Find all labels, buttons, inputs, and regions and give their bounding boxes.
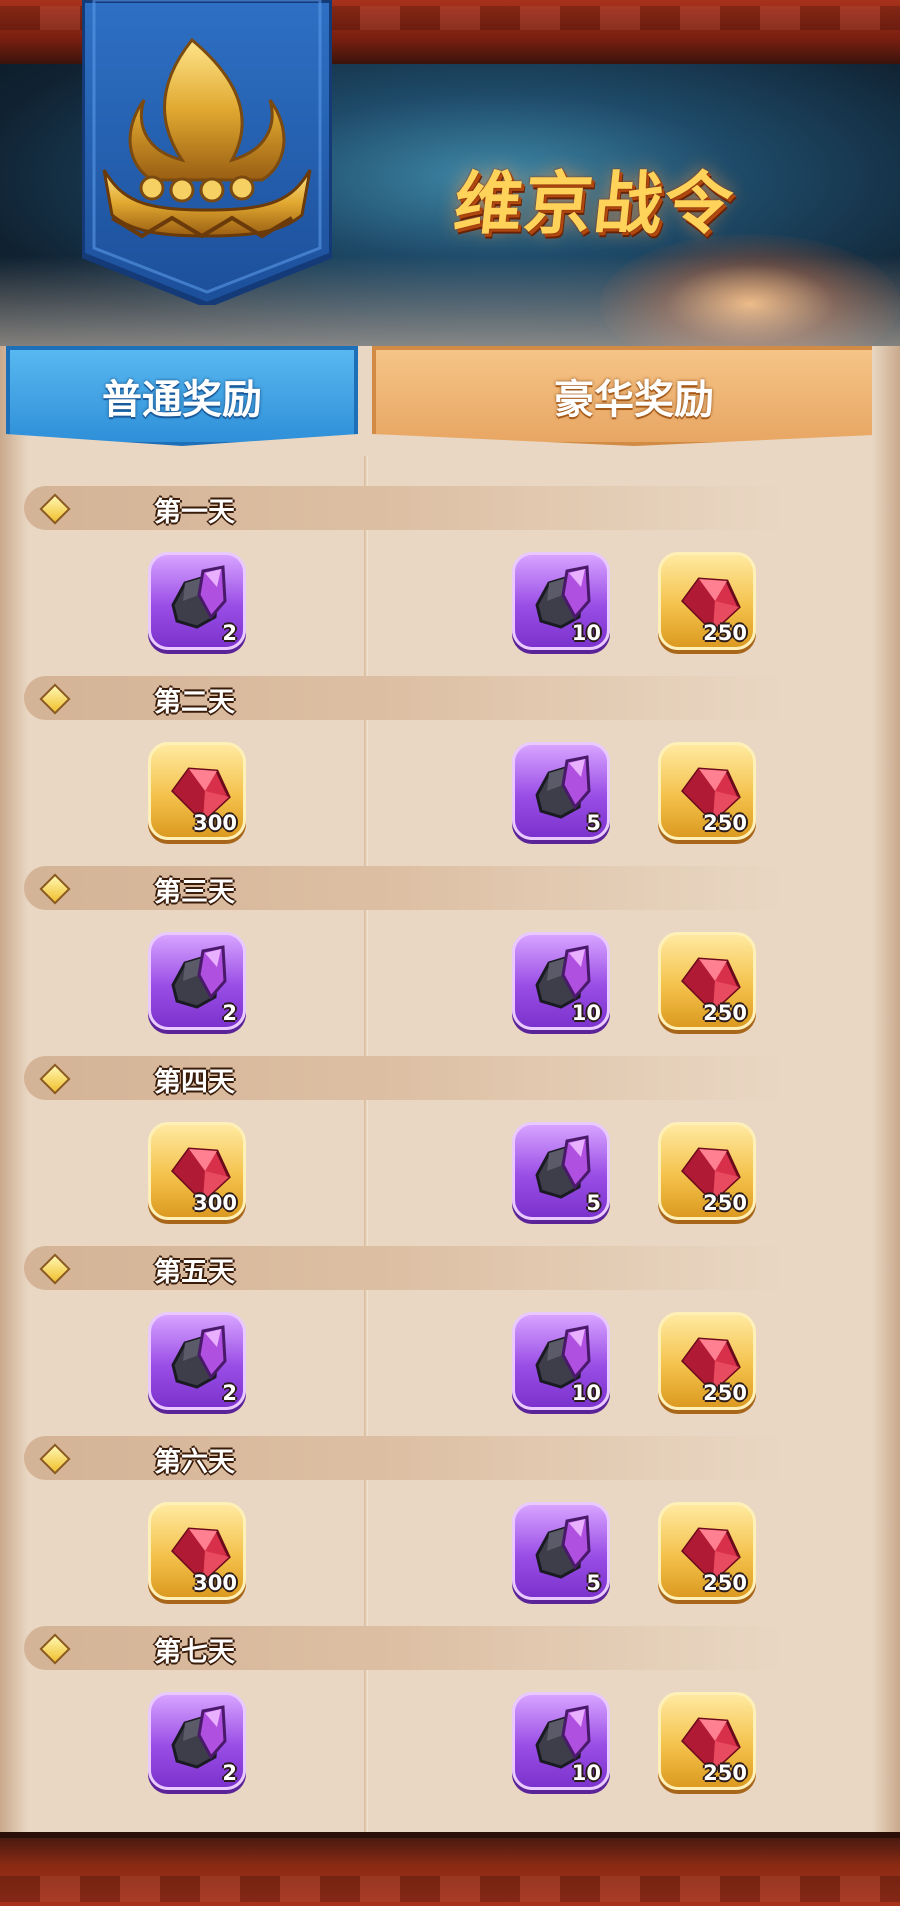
reward-quantity: 5	[586, 1571, 601, 1595]
reward-quantity: 2	[222, 1381, 237, 1405]
tab-normal-rewards[interactable]: 普通奖励	[6, 346, 358, 446]
reward-quantity: 2	[222, 621, 237, 645]
viking-ship-flame-emblem	[82, 0, 332, 305]
purple-ore-reward[interactable]: 2	[148, 552, 246, 650]
ruby-reward[interactable]: 250	[658, 742, 756, 840]
reward-quantity: 2	[222, 1001, 237, 1025]
ruby-reward[interactable]: 250	[658, 932, 756, 1030]
day-label: 第七天	[154, 1637, 235, 1668]
reward-quantity: 250	[703, 1571, 747, 1595]
purple-ore-reward[interactable]: 10	[512, 932, 610, 1030]
ruby-reward[interactable]: 300	[148, 1122, 246, 1220]
diamond-bullet-icon	[39, 1063, 71, 1095]
reward-quantity: 5	[586, 1191, 601, 1215]
day-label: 第三天	[154, 877, 235, 908]
diamond-bullet-icon	[39, 1443, 71, 1475]
reward-quantity: 250	[703, 1001, 747, 1025]
day-header: 第一天	[24, 486, 784, 530]
reward-quantity: 10	[571, 1001, 601, 1025]
ruby-reward[interactable]: 250	[658, 1312, 756, 1410]
day-header: 第二天	[24, 676, 784, 720]
page-title: 维京战令	[450, 165, 739, 244]
day-label: 第五天	[154, 1257, 235, 1288]
ruby-reward[interactable]: 250	[658, 1502, 756, 1600]
purple-ore-reward[interactable]: 10	[512, 1312, 610, 1410]
diamond-bullet-icon	[39, 1253, 71, 1285]
reward-quantity: 300	[193, 1191, 237, 1215]
ruby-reward[interactable]: 250	[658, 1122, 756, 1220]
reward-quantity: 300	[193, 1571, 237, 1595]
day-header: 第六天	[24, 1436, 784, 1480]
reward-quantity: 5	[586, 811, 601, 835]
diamond-bullet-icon	[39, 873, 71, 905]
ruby-reward[interactable]: 300	[148, 742, 246, 840]
purple-ore-reward[interactable]: 2	[148, 932, 246, 1030]
reward-quantity: 10	[571, 621, 601, 645]
diamond-bullet-icon	[39, 683, 71, 715]
day-header: 第三天	[24, 866, 784, 910]
reward-quantity: 2	[222, 1761, 237, 1785]
reward-quantity: 250	[703, 621, 747, 645]
day-label: 第六天	[154, 1447, 235, 1478]
purple-ore-reward[interactable]: 5	[512, 742, 610, 840]
tab-deluxe-rewards[interactable]: 豪华奖励	[372, 346, 896, 446]
reward-quantity: 250	[703, 1381, 747, 1405]
purple-ore-reward[interactable]: 2	[148, 1312, 246, 1410]
ruby-reward[interactable]: 250	[658, 1692, 756, 1790]
purple-ore-reward[interactable]: 5	[512, 1122, 610, 1220]
day-header: 第五天	[24, 1246, 784, 1290]
diamond-bullet-icon	[39, 1633, 71, 1665]
purple-ore-reward[interactable]: 2	[148, 1692, 246, 1790]
purple-ore-reward[interactable]: 10	[512, 1692, 610, 1790]
purple-ore-reward[interactable]: 10	[512, 552, 610, 650]
day-header: 第七天	[24, 1626, 784, 1670]
day-header: 第四天	[24, 1056, 784, 1100]
diamond-bullet-icon	[39, 493, 71, 525]
day-label: 第二天	[154, 687, 235, 718]
reward-quantity: 250	[703, 811, 747, 835]
rewards-panel: 普通奖励 豪华奖励 第一天 2 10 250 第二天 300 5 250 第三天 2 10 250 第四…	[0, 346, 900, 1832]
ruby-reward[interactable]: 250	[658, 552, 756, 650]
reward-quantity: 300	[193, 811, 237, 835]
reward-quantity: 250	[703, 1761, 747, 1785]
ruby-reward[interactable]: 300	[148, 1502, 246, 1600]
reward-quantity: 10	[571, 1381, 601, 1405]
bottom-frame-trim	[0, 1832, 900, 1906]
purple-ore-reward[interactable]: 5	[512, 1502, 610, 1600]
reward-quantity: 250	[703, 1191, 747, 1215]
day-label: 第四天	[154, 1067, 235, 1098]
reward-quantity: 10	[571, 1761, 601, 1785]
day-label: 第一天	[154, 497, 235, 528]
